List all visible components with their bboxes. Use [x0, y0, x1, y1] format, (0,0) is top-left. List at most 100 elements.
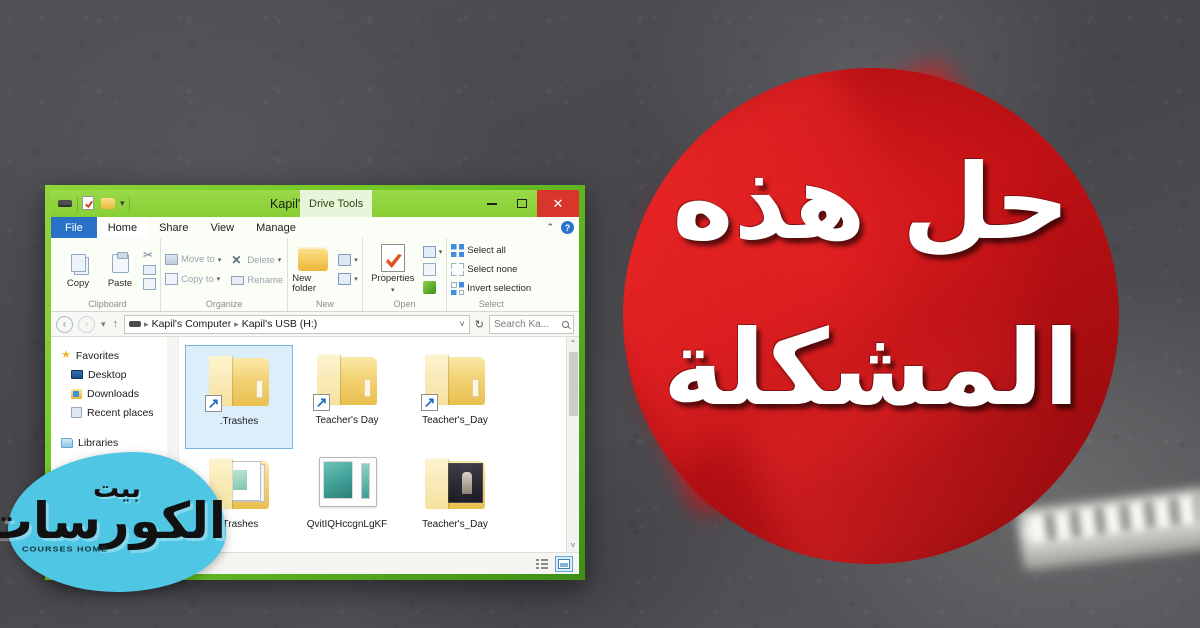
sidebar-label-favorites: Favorites — [75, 349, 120, 362]
move-to-button[interactable]: Move to ▾ — [165, 254, 221, 265]
new-folder-icon[interactable] — [101, 196, 116, 211]
tab-manage[interactable]: Manage — [245, 217, 307, 238]
invert-selection-button[interactable]: Invert selection — [451, 282, 531, 295]
breadcrumb-separator-1: ▸ — [234, 318, 239, 329]
paste-button[interactable]: Paste — [101, 250, 139, 289]
scrollbar-thumb[interactable] — [569, 352, 578, 416]
tab-view[interactable]: View — [199, 217, 246, 238]
sidebar-item-downloads[interactable]: Downloads — [57, 384, 178, 403]
refresh-icon[interactable]: ↻ — [475, 318, 484, 331]
recent-locations-icon[interactable]: ▾ — [100, 319, 107, 330]
scroll-up-icon[interactable]: ⌃ — [570, 339, 577, 348]
maximize-button[interactable] — [507, 190, 537, 217]
easy-access-dropdown-icon[interactable]: ▾ — [354, 275, 358, 283]
ribbon-group-open: Properties ▾ ▾ Open — [363, 238, 448, 311]
folder-shortcut-icon: ↗ — [203, 350, 275, 416]
contextual-tab-drive-tools[interactable]: Drive Tools — [300, 190, 373, 217]
delete-button[interactable]: ✕ Delete ▾ — [231, 254, 283, 267]
breadcrumb[interactable]: ▸ Kapil's Computer ▸ Kapil's USB (H:) ˅ — [124, 314, 470, 334]
breadcrumb-item-computer[interactable]: Kapil's Computer — [152, 318, 232, 330]
up-button[interactable]: ↑ — [112, 318, 120, 330]
move-to-icon — [165, 254, 178, 265]
properties-button[interactable]: Properties ▾ — [367, 244, 419, 294]
minimize-button[interactable] — [477, 190, 507, 217]
address-dropdown-icon[interactable]: ˅ — [460, 319, 465, 329]
tab-share[interactable]: Share — [148, 217, 200, 238]
close-button[interactable]: ✕ — [537, 190, 579, 217]
select-all-button[interactable]: Select all — [451, 244, 531, 257]
file-grid: ↗ .Trashes ↗ Teacher's Day ↗ Teacher's_D… — [179, 337, 579, 552]
breadcrumb-item-usb[interactable]: Kapil's USB (H:) — [242, 318, 318, 330]
image-file-icon — [311, 453, 383, 519]
delete-dropdown-icon[interactable]: ▾ — [278, 256, 282, 264]
paste-shortcut-icon — [143, 278, 156, 290]
shortcut-arrow-icon: ↗ — [421, 394, 438, 411]
copy-button[interactable]: Copy — [59, 250, 97, 289]
sidebar-label-libraries: Libraries — [78, 436, 119, 449]
group-label-new: New — [315, 299, 334, 309]
search-input[interactable]: Search Ka... — [489, 314, 574, 334]
edit-icon — [422, 262, 436, 276]
file-label: Teacher's_Day — [422, 415, 488, 426]
qat-divider-2 — [128, 196, 130, 211]
folder-shortcut-icon: ↗ — [419, 349, 491, 415]
paste-shortcut-button[interactable] — [143, 278, 156, 290]
properties-dropdown-icon[interactable]: ▾ — [391, 286, 395, 294]
file-item-teachers-day-photo-folder[interactable]: Teacher's_Day — [401, 449, 509, 552]
details-view-button[interactable] — [533, 556, 551, 572]
select-none-label: Select none — [467, 264, 518, 275]
drive-icon[interactable] — [58, 196, 73, 211]
copy-label: Copy — [66, 278, 90, 289]
forward-button[interactable]: › — [78, 315, 95, 333]
folder-with-photo-icon — [419, 453, 491, 519]
file-list-pane[interactable]: ↗ .Trashes ↗ Teacher's Day ↗ Teacher's_D… — [179, 337, 579, 552]
file-item-teachers-day-shortcut[interactable]: ↗ Teacher's Day — [293, 345, 401, 449]
edit-button[interactable] — [422, 262, 443, 276]
file-label: Teacher's Day — [315, 415, 379, 426]
window-controls: ✕ — [477, 190, 579, 217]
file-pane-scrollbar[interactable]: ⌃ ˅ — [566, 337, 579, 552]
chevron-down-icon[interactable]: ▾ — [120, 198, 125, 209]
easy-access-button[interactable]: ▾ — [338, 273, 358, 285]
sidebar-label-downloads: Downloads — [87, 387, 139, 400]
logo-text-sub: COURSES HOME — [22, 544, 109, 554]
copy-to-button[interactable]: Copy to ▾ — [165, 273, 221, 285]
file-item-teachers-day-underscore-shortcut[interactable]: ↗ Teacher's_Day — [401, 345, 509, 449]
tab-file[interactable]: File — [51, 217, 97, 238]
sidebar-item-libraries[interactable]: Libraries — [57, 433, 178, 452]
history-button[interactable] — [422, 280, 443, 294]
easy-access-icon — [338, 273, 352, 285]
cut-button[interactable]: ✂ — [143, 249, 156, 262]
tab-home[interactable]: Home — [96, 217, 149, 238]
rename-button[interactable]: Rename — [231, 275, 283, 286]
open-button[interactable]: ▾ — [422, 245, 443, 258]
scroll-down-icon[interactable]: ˅ — [571, 541, 576, 550]
move-to-dropdown-icon[interactable]: ▾ — [218, 256, 222, 264]
quick-access-toolbar[interactable]: ▾ — [51, 196, 130, 211]
file-item-trashes-shortcut[interactable]: ↗ .Trashes — [185, 345, 293, 449]
copy-path-button[interactable] — [143, 265, 156, 275]
new-folder-icon — [298, 246, 329, 272]
help-icon[interactable]: ? — [561, 221, 574, 234]
group-label-clipboard: Clipboard — [88, 299, 127, 309]
open-dropdown-icon[interactable]: ▾ — [439, 248, 443, 256]
new-item-button[interactable]: ▾ — [338, 254, 358, 266]
collapse-ribbon-icon[interactable]: ⌃ — [546, 222, 554, 233]
new-item-dropdown-icon[interactable]: ▾ — [354, 256, 358, 264]
sidebar-item-favorites[interactable]: ★ Favorites — [57, 346, 178, 365]
properties-icon[interactable] — [82, 196, 97, 211]
ribbon: Copy Paste ✂ Clipboard Move to ▾ Copy to… — [51, 238, 579, 312]
copy-to-label: Copy to — [181, 273, 214, 285]
large-icons-view-button[interactable] — [555, 555, 573, 572]
file-item-image[interactable]: QvitIQHccgnLgKF — [293, 449, 401, 552]
back-button[interactable]: ‹ — [56, 315, 73, 333]
copy-icon — [70, 250, 86, 276]
copy-to-dropdown-icon[interactable]: ▾ — [217, 275, 221, 283]
sidebar-item-desktop[interactable]: Desktop — [57, 365, 178, 384]
folder-shortcut-icon: ↗ — [311, 349, 383, 415]
select-none-button[interactable]: Select none — [451, 263, 531, 276]
new-folder-button[interactable]: New folder — [292, 246, 334, 294]
sidebar-item-recent-places[interactable]: Recent places — [57, 403, 178, 422]
headline-circle: حل هذه المشكلة — [623, 68, 1119, 564]
